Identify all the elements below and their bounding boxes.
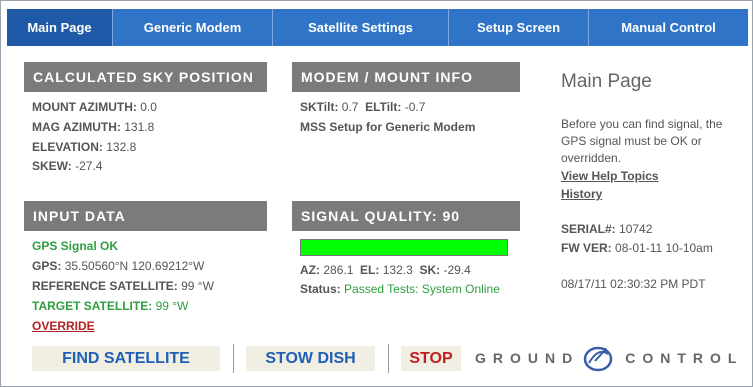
gps-row: GPS: 35.50560°N 120.69212°W — [32, 259, 204, 273]
eltilt-value: -0.7 — [404, 100, 426, 114]
serial-label: SERIAL#: — [561, 222, 616, 236]
app-frame: Main Page Generic Modem Satellite Settin… — [0, 0, 753, 387]
az-value: 286.1 — [323, 263, 354, 277]
tab-bar: Main Page Generic Modem Satellite Settin… — [7, 9, 748, 46]
tab-setup-screen[interactable]: Setup Screen — [449, 9, 589, 46]
status-row: Status: Passed Tests: System Online — [300, 282, 500, 296]
satellite-dish-icon — [583, 346, 613, 372]
el-value: 132.3 — [382, 263, 413, 277]
position-readout-row: AZ: 286.1 EL: 132.3 SK: -29.4 — [300, 263, 471, 277]
logo-word-ground: GROUND — [475, 350, 580, 366]
override-link[interactable]: OVERRIDE — [32, 319, 95, 333]
mount-azimuth-label: MOUNT AZIMUTH: — [32, 100, 137, 114]
target-satellite-value: 99 °W — [155, 299, 189, 313]
mag-azimuth-row: MAG AZIMUTH: 131.8 — [32, 120, 154, 134]
tab-generic-modem[interactable]: Generic Modem — [113, 9, 273, 46]
mount-azimuth-row: MOUNT AZIMUTH: 0.0 — [32, 100, 157, 114]
gps-label: GPS: — [32, 259, 62, 273]
ground-control-logo: GROUND CONTROL — [475, 341, 743, 375]
help-text-line-2: GPS signal must be OK or — [561, 134, 702, 148]
tab-satellite-settings[interactable]: Satellite Settings — [273, 9, 449, 46]
sky-position-header: CALCULATED SKY POSITION — [24, 62, 267, 92]
tab-manual-control[interactable]: Manual Control — [589, 9, 748, 46]
elevation-row: ELEVATION: 132.8 — [32, 140, 136, 154]
serial-row: SERIAL#: 10742 — [561, 221, 652, 238]
help-text-line-3: overridden. — [561, 151, 622, 165]
sktilt-value: 0.7 — [341, 100, 359, 114]
sk-label: SK: — [419, 263, 441, 277]
stop-button[interactable]: STOP — [401, 346, 461, 371]
status-label: Status: — [300, 282, 341, 296]
skew-label: SKEW: — [32, 159, 72, 173]
logo-word-control: CONTROL — [625, 350, 744, 366]
reference-satellite-label: REFERENCE SATELLITE: — [32, 279, 178, 293]
elevation-label: ELEVATION: — [32, 140, 103, 154]
firmware-row: FW VER: 08-01-11 10-10am — [561, 240, 713, 257]
gps-status: GPS Signal OK — [32, 239, 119, 253]
status-value: Passed Tests: System Online — [344, 282, 500, 296]
reference-satellite-row: REFERENCE SATELLITE: 99 °W — [32, 279, 214, 293]
stow-dish-button[interactable]: STOW DISH — [246, 346, 375, 371]
elevation-value: 132.8 — [106, 140, 137, 154]
tilt-row: SKTilt: 0.7 ELTilt: -0.7 — [300, 100, 425, 114]
eltilt-label: ELTilt: — [365, 100, 402, 114]
mount-azimuth-value: 0.0 — [140, 100, 157, 114]
target-satellite-row: TARGET SATELLITE: 99 °W — [32, 299, 188, 313]
mss-setup-text: MSS Setup for Generic Modem — [300, 120, 476, 134]
tab-main-page[interactable]: Main Page — [7, 9, 113, 46]
modem-info-header: MODEM / MOUNT INFO — [292, 62, 520, 92]
mag-azimuth-value: 131.8 — [124, 120, 155, 134]
gps-value: 35.50560°N 120.69212°W — [64, 259, 205, 273]
signal-quality-header: SIGNAL QUALITY: 90 — [292, 201, 520, 231]
firmware-value: 08-01-11 10-10am — [615, 241, 713, 255]
view-help-topics-link[interactable]: View Help Topics — [561, 168, 659, 185]
serial-value: 10742 — [619, 222, 653, 236]
target-satellite-label: TARGET SATELLITE: — [32, 299, 153, 313]
timestamp: 08/17/11 02:30:32 PM PDT — [561, 277, 706, 291]
help-text-line-1: Before you can find signal, the — [561, 117, 723, 131]
mag-azimuth-label: MAG AZIMUTH: — [32, 120, 121, 134]
divider — [388, 344, 389, 373]
sk-value: -29.4 — [443, 263, 471, 277]
signal-quality-bar — [300, 239, 508, 256]
reference-satellite-value: 99 °W — [181, 279, 214, 293]
sktilt-label: SKTilt: — [300, 100, 339, 114]
history-link[interactable]: History — [561, 186, 602, 203]
el-label: EL: — [360, 263, 380, 277]
skew-row: SKEW: -27.4 — [32, 159, 102, 173]
firmware-label: FW VER: — [561, 241, 612, 255]
skew-value: -27.4 — [75, 159, 103, 173]
divider — [233, 344, 234, 373]
page-title: Main Page — [561, 71, 652, 92]
find-satellite-button[interactable]: FIND SATELLITE — [32, 346, 220, 371]
input-data-header: INPUT DATA — [24, 201, 267, 231]
az-label: AZ: — [300, 263, 320, 277]
